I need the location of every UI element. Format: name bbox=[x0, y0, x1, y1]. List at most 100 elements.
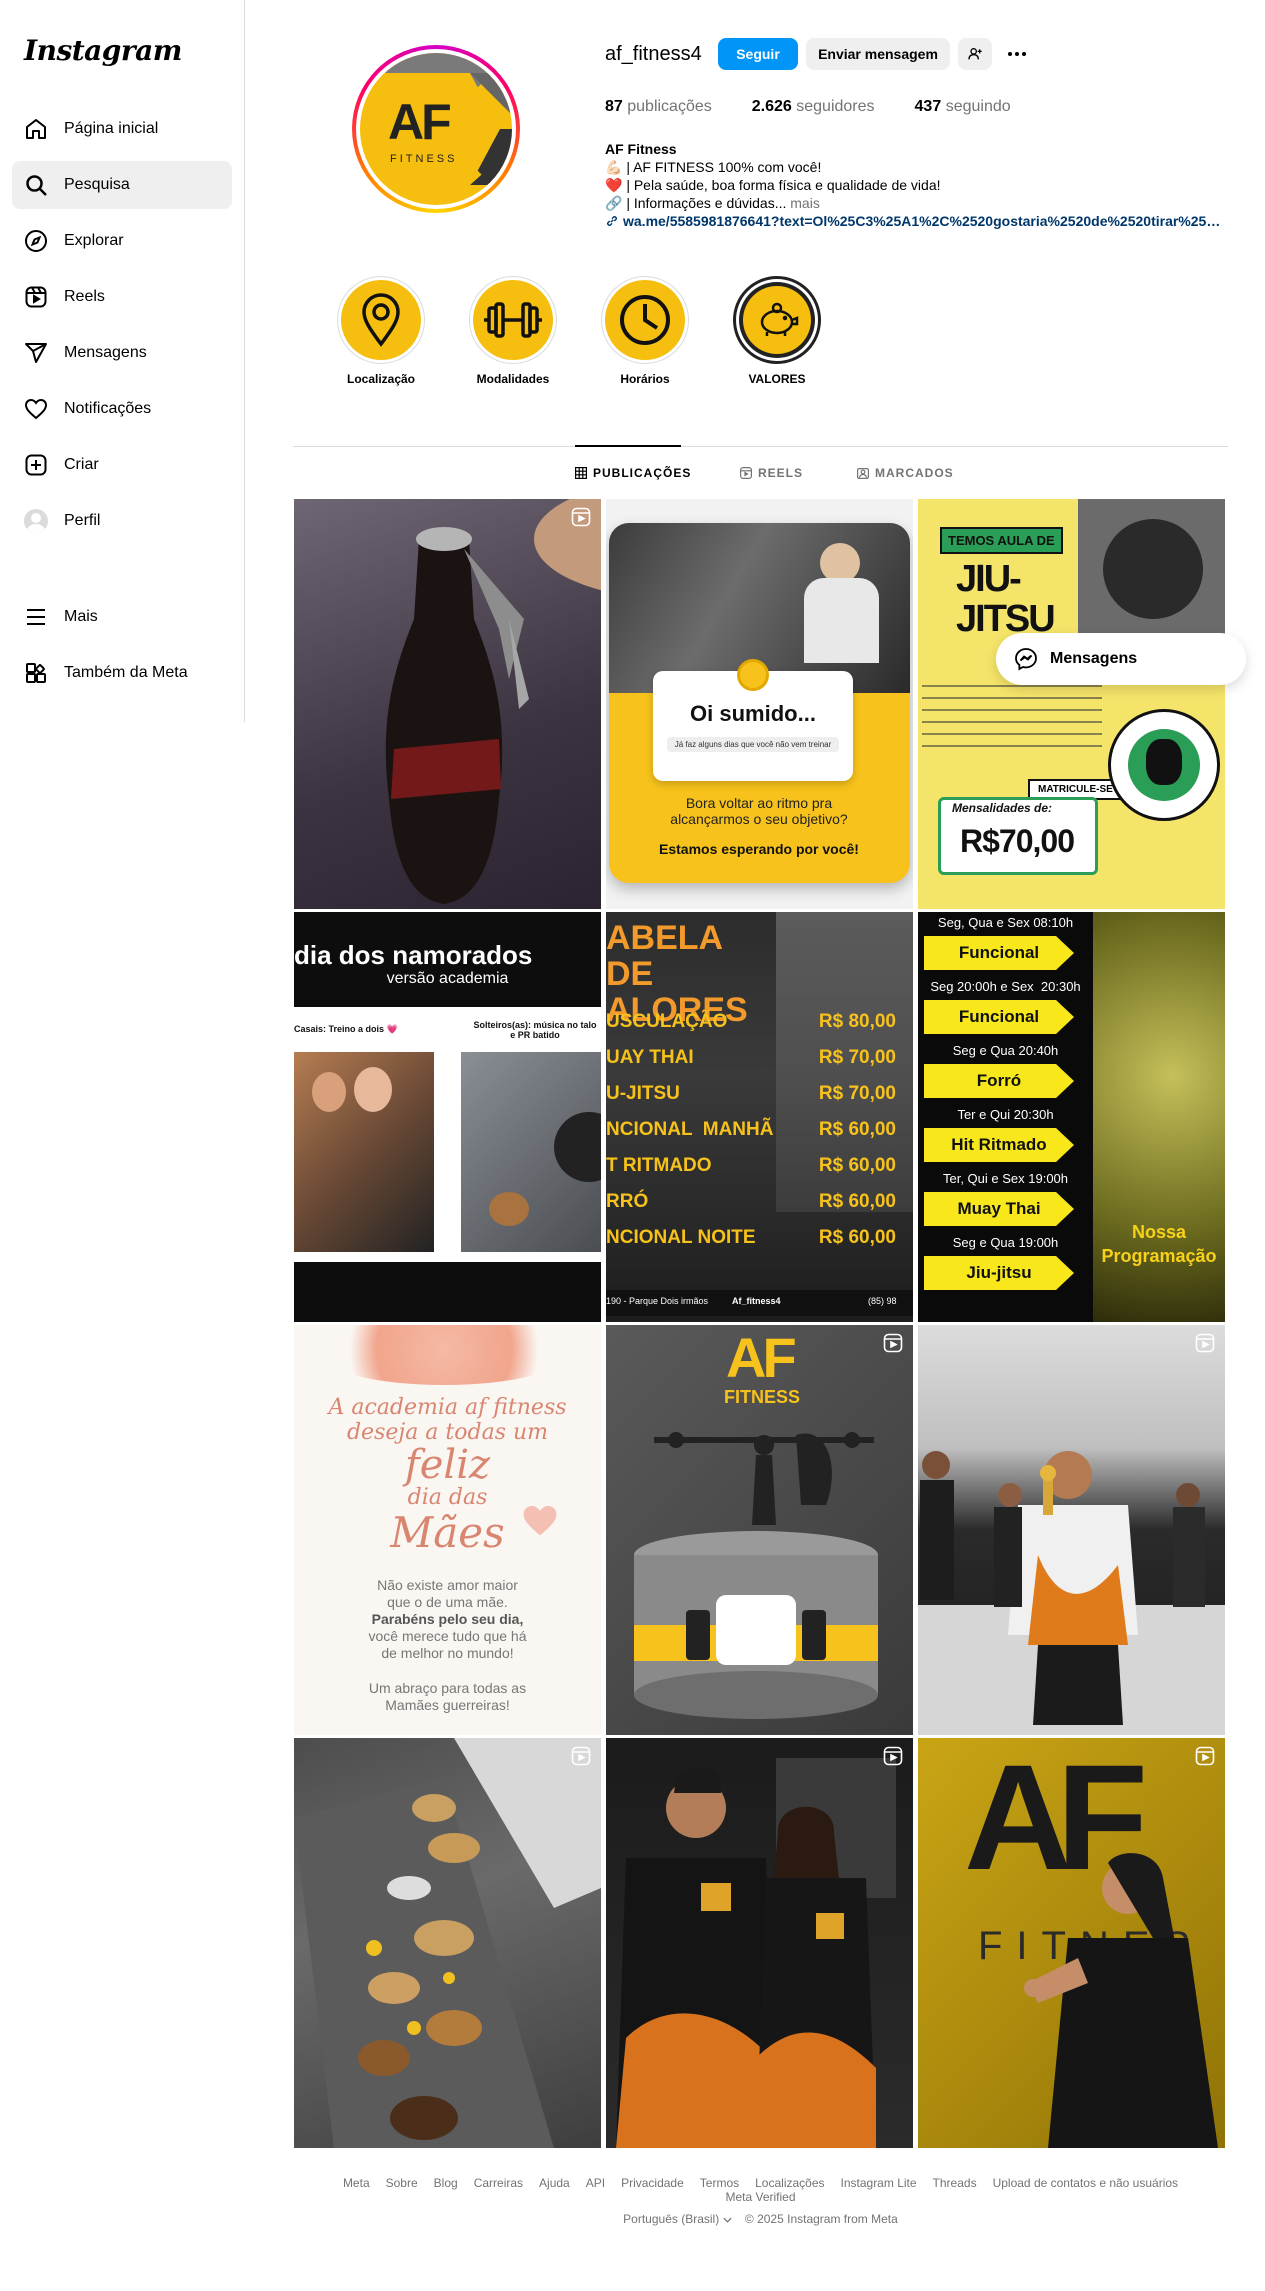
post-text: JIU-JITSU bbox=[956, 558, 1056, 640]
sidebar-item-label: Reels bbox=[64, 288, 105, 305]
price-row: T RITMADO R$ 60,00 bbox=[606, 1148, 896, 1184]
sidebar-item-notifications[interactable]: Notificações bbox=[12, 385, 232, 433]
price-row-price: R$ 60,00 bbox=[818, 1155, 896, 1176]
footer-link[interactable]: Sobre bbox=[386, 2176, 418, 2190]
footer-link[interactable]: API bbox=[586, 2176, 605, 2190]
tagged-icon bbox=[857, 468, 869, 479]
post-3[interactable]: TEMOS AULA DE JIU-JITSU MATRICULE-SE JÁ!… bbox=[918, 499, 1225, 909]
options-button[interactable] bbox=[1000, 38, 1034, 70]
schedule-class: Funcional bbox=[924, 1000, 1074, 1034]
highlight-location[interactable]: Localização bbox=[333, 276, 429, 386]
sidebar-item-more[interactable]: Mais bbox=[12, 593, 232, 641]
price-table: USCULAÇÃO R$ 80,00 UAY THAI R$ 70,00 U-JITSU… bbox=[606, 1004, 896, 1256]
schedule-time: Ter, Qui e Sex 19:00h bbox=[942, 1171, 1069, 1186]
footer-link[interactable]: Meta bbox=[343, 2176, 370, 2190]
bio-line: 🔗 | Informações e dúvidas... mais bbox=[605, 195, 820, 211]
price-row-price: R$ 70,00 bbox=[818, 1047, 896, 1068]
footer-link[interactable]: Ajuda bbox=[539, 2176, 570, 2190]
follow-button[interactable]: Seguir bbox=[718, 38, 798, 70]
bio-line: ❤️ | Pela saúde, boa forma física e qual… bbox=[605, 177, 941, 193]
couple-photo bbox=[616, 1758, 896, 2148]
footer-link[interactable]: Termos bbox=[700, 2176, 739, 2190]
post-6[interactable]: Seg, Qua e Sex 08:10h Funcional Seg 20:00h… bbox=[918, 912, 1225, 1322]
messages-floating-button[interactable]: Mensagens bbox=[996, 633, 1246, 685]
following-count-stat[interactable]: 437 seguindo bbox=[915, 98, 1011, 116]
footer-link[interactable]: Localizações bbox=[755, 2176, 824, 2190]
highlight-modalities[interactable]: Modalidades bbox=[465, 276, 561, 386]
meta-apps-icon bbox=[26, 663, 46, 683]
tab-tagged[interactable]: MARCADOS bbox=[857, 466, 954, 480]
price-row: NCIONAL MANHÃ R$ 60,00 bbox=[606, 1112, 896, 1148]
bio-more-link[interactable]: mais bbox=[790, 195, 820, 211]
footer-link[interactable]: Instagram Lite bbox=[841, 2176, 917, 2190]
post-text: Parabéns pelo seu dia, bbox=[371, 1611, 524, 1627]
footer-link[interactable]: Threads bbox=[933, 2176, 977, 2190]
sidebar-item-explore[interactable]: Explorar bbox=[12, 217, 232, 265]
sidebar-item-label: Também da Meta bbox=[64, 664, 188, 681]
sidebar-item-home[interactable]: Página inicial bbox=[12, 105, 232, 153]
post-10[interactable] bbox=[294, 1738, 601, 2148]
grid-icon bbox=[575, 467, 587, 479]
post-12[interactable]: AF FITNES bbox=[918, 1738, 1225, 2148]
footer-link[interactable]: Blog bbox=[434, 2176, 458, 2190]
followers-count-stat[interactable]: 2.626 seguidores bbox=[752, 98, 875, 116]
post-text: Oi sumido... bbox=[690, 701, 816, 726]
reel-indicator-icon bbox=[883, 1333, 903, 1353]
post-text: Af_fitness4 bbox=[732, 1296, 781, 1306]
sidebar-item-also-from-meta[interactable]: Também da Meta bbox=[12, 649, 232, 697]
posts-count-stat[interactable]: 87 publicações bbox=[605, 98, 712, 116]
send-message-button[interactable]: Enviar mensagem bbox=[806, 38, 950, 70]
schedule-class: Hit Ritmado bbox=[924, 1128, 1074, 1162]
post-text: Solteiros(as): música no talo e PR batid… bbox=[473, 1020, 597, 1040]
sidebar-item-search[interactable]: Pesquisa bbox=[12, 161, 232, 209]
post-9[interactable] bbox=[918, 1325, 1225, 1735]
sidebar-item-label: Pesquisa bbox=[64, 176, 130, 193]
profile-stats: 87 publicações 2.626 seguidores 437 segu… bbox=[605, 98, 1051, 116]
home-icon bbox=[26, 119, 46, 139]
add-user-icon bbox=[968, 48, 982, 60]
sidebar-item-messages[interactable]: Mensagens bbox=[12, 329, 232, 377]
schedule-class: Muay Thai bbox=[924, 1192, 1074, 1226]
post-text: (85) 98 bbox=[868, 1296, 897, 1306]
sidebar-item-create[interactable]: Criar bbox=[12, 441, 232, 489]
sidebar: Instagram Página inicial Pesquisa Explor… bbox=[0, 0, 245, 722]
post-text: Já faz alguns dias que você não vem trei… bbox=[667, 737, 839, 752]
bio-external-link[interactable]: wa.me/5585981876641?text=Ol%25C3%25A1%2C… bbox=[623, 212, 1225, 230]
tab-reels[interactable]: REELS bbox=[740, 466, 803, 480]
post-7[interactable]: A academia af fitness deseja a todas um … bbox=[294, 1325, 601, 1735]
trainer-photo bbox=[1024, 1853, 1218, 2148]
post-4[interactable]: dia dos namorados versão academia Casais… bbox=[294, 912, 601, 1322]
price-row-name: NCIONAL NOITE bbox=[606, 1227, 756, 1248]
sidebar-item-label: Mensagens bbox=[64, 344, 147, 361]
tab-posts[interactable]: PUBLICAÇÕES bbox=[575, 466, 691, 480]
instagram-logo[interactable]: Instagram bbox=[24, 34, 182, 67]
footer-link[interactable]: Carreiras bbox=[474, 2176, 523, 2190]
footer-link[interactable]: Upload de contatos e não usuários bbox=[993, 2176, 1178, 2190]
reels-icon bbox=[25, 286, 47, 308]
post-text: que o de uma mãe. bbox=[387, 1594, 508, 1610]
reel-indicator-icon bbox=[571, 507, 591, 527]
profile-avatar-large[interactable]: AF FITNESS bbox=[352, 45, 520, 213]
highlight-label: Modalidades bbox=[476, 372, 550, 386]
post-2[interactable]: Oi sumido... Já faz alguns dias que você… bbox=[606, 499, 913, 909]
footer-link[interactable]: Meta Verified bbox=[725, 2190, 795, 2204]
suggest-user-button[interactable] bbox=[958, 38, 992, 70]
post-8[interactable]: AF FITNESS bbox=[606, 1325, 913, 1735]
coca-cola-bottle-photo bbox=[385, 499, 601, 904]
price-row: NCIONAL NOITE R$ 60,00 bbox=[606, 1220, 896, 1256]
language-selector[interactable]: Português (Brasil) bbox=[623, 2212, 732, 2226]
post-text: Mamães guerreiras! bbox=[385, 1697, 510, 1713]
sidebar-item-reels[interactable]: Reels bbox=[12, 273, 232, 321]
post-5[interactable]: ABELA DE ALORES USCULAÇÃO R$ 80,00 UAY THA… bbox=[606, 912, 913, 1322]
post-11[interactable] bbox=[606, 1738, 913, 2148]
post-text: TEMOS AULA DE bbox=[940, 527, 1063, 554]
profile-bio: AF Fitness 💪🏻 | AF FITNESS 100% com você… bbox=[605, 140, 1225, 230]
highlight-prices[interactable]: VALORES bbox=[729, 276, 825, 386]
award-photo bbox=[918, 1451, 1225, 1735]
messages-floating-label: Mensagens bbox=[1050, 650, 1138, 667]
footer-link[interactable]: Privacidade bbox=[621, 2176, 684, 2190]
post-1[interactable] bbox=[294, 499, 601, 909]
price-row: UAY THAI R$ 70,00 bbox=[606, 1040, 896, 1076]
sidebar-item-profile[interactable]: Perfil bbox=[12, 497, 232, 545]
highlight-schedule[interactable]: Horários bbox=[597, 276, 693, 386]
